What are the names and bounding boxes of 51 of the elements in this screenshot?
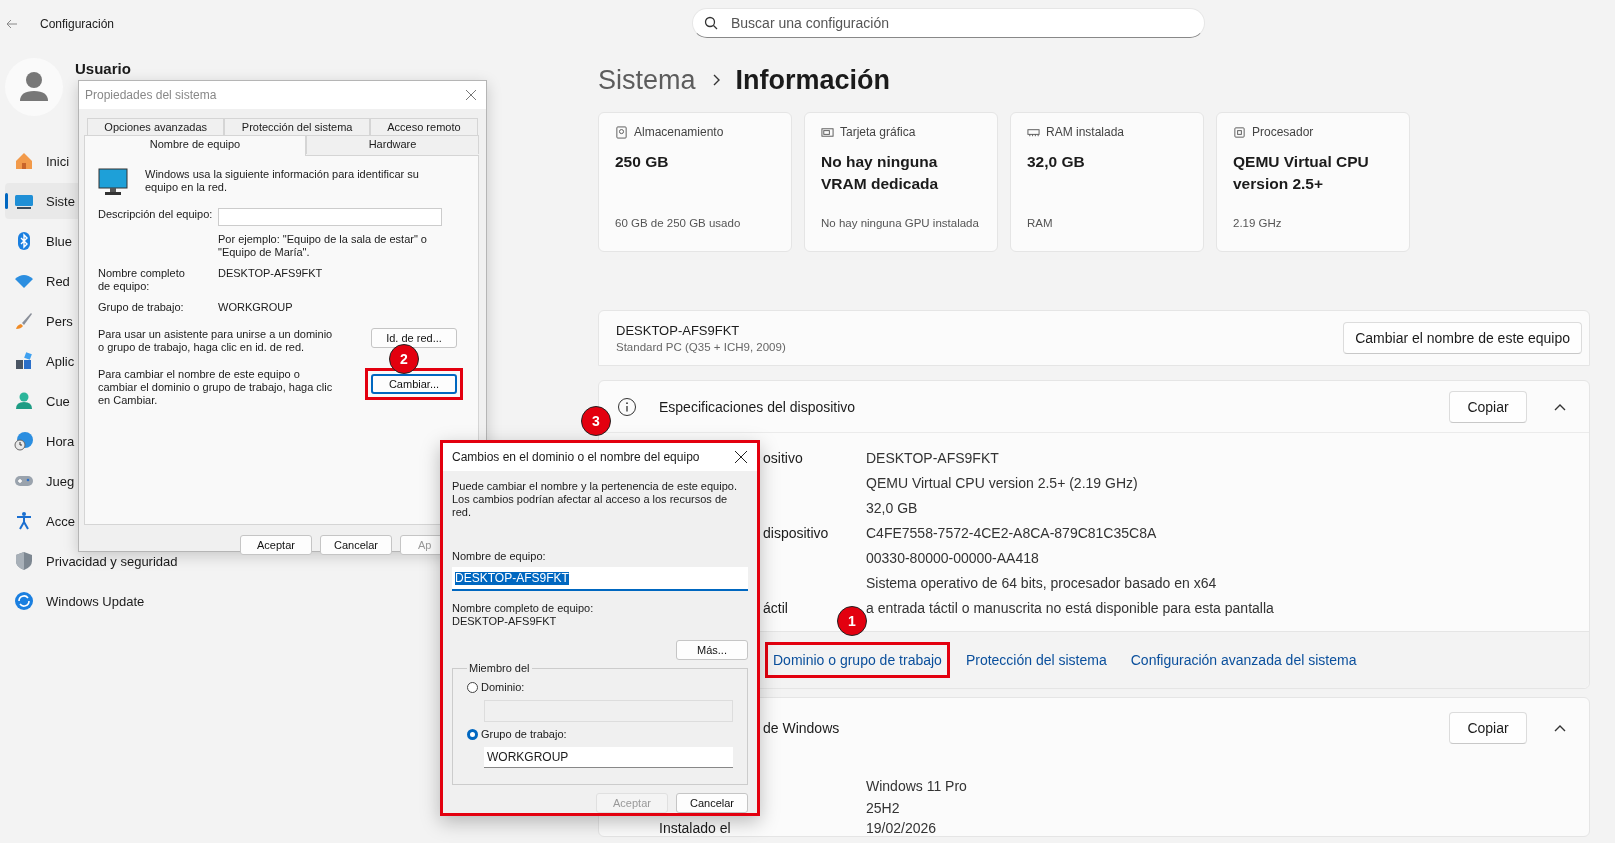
spec-label: ositivo	[763, 449, 803, 466]
spec-value: 00330-80000-00000-AA418	[866, 549, 1039, 566]
card-value: QEMU Virtual CPU version 2.5+	[1233, 152, 1370, 194]
spec-label: áctil	[763, 599, 788, 616]
dialog-title: Propiedades del sistema	[85, 88, 217, 102]
spec-value: 19/02/2026	[866, 819, 937, 836]
group-legend: Miembro del	[467, 662, 532, 675]
option-label: Dominio:	[481, 681, 525, 694]
user-name: Usuario	[75, 60, 131, 77]
step-badge: 3	[581, 406, 611, 436]
spec-label: dispositivo	[763, 524, 829, 541]
dialog-title: Cambios en el dominio o el nombre del equipo	[452, 450, 700, 464]
card-detail: No hay ninguna GPU instalada	[821, 217, 980, 229]
option-label: Grupo de trabajo:	[481, 728, 567, 741]
device-model: Standard PC (Q35 + ICH9, 2009)	[616, 341, 786, 353]
example-text: Por ejemplo: "Equipo de la sala de estar" o "Equipo de María".	[218, 233, 428, 259]
field-value: DESKTOP-AFS9FKT	[452, 615, 558, 628]
intro-text: Puede cambiar el nombre y la pertenencia de este equipo. Los cambios podrían afectar al acceso a los recursos de red.	[452, 480, 738, 519]
field-label: Nombre completo de equipo:	[98, 267, 186, 293]
spec-label: Instalado el	[659, 819, 731, 836]
card-detail: 2.19 GHz	[1233, 217, 1283, 229]
page-title: Información	[735, 64, 891, 96]
card-label: RAM instalada	[1046, 125, 1125, 139]
spec-value: DESKTOP-AFS9FKT	[866, 449, 999, 466]
spec-value: Windows 11 Pro	[866, 778, 967, 794]
app-title: Configuración	[40, 17, 115, 31]
card-value: 250 GB	[615, 152, 670, 172]
card-label: Procesador	[1252, 125, 1314, 139]
card-detail: 60 GB de 250 GB usado	[615, 217, 742, 229]
section-title: de Windows	[762, 720, 841, 736]
field-label: Nombre completo de equipo:	[452, 602, 595, 615]
spec-value: a entrada táctil o manuscrita no está disponible para esta pantalla	[866, 599, 1274, 616]
field-label: Descripción del equipo:	[98, 208, 214, 221]
field-label: Grupo de trabajo:	[98, 301, 185, 314]
spec-value: Sistema operativo de 64 bits, procesador basado en x64	[866, 574, 1217, 591]
spec-value: 25H2	[866, 800, 900, 816]
device-name: DESKTOP-AFS9FKT	[616, 323, 741, 338]
card-label: Tarjeta gráfica	[840, 125, 916, 139]
help-text: Para usar un asistente para unirse a un dominio o grupo de trabajo, haga clic en id. de red.	[98, 328, 334, 354]
card-value: No hay ninguna VRAM dedicada	[821, 152, 940, 194]
spec-value: 32,0 GB	[866, 499, 918, 516]
help-text: Para cambiar el nombre de este equipo o cambiar el dominio o grupo de trabajo, haga clic en Cambiar.	[98, 368, 334, 407]
card-label: Almacenamiento	[634, 125, 724, 139]
card-detail: RAM	[1027, 217, 1054, 229]
spec-value: C4FE7558-7572-4CE2-A8CA-879C81C35C8A	[866, 524, 1157, 541]
field-value: DESKTOP-AFS9FKT	[218, 267, 324, 280]
card-value: 32,0 GB	[1027, 152, 1086, 172]
intro-text: Windows usa la siguiente información para identificar su equipo en la red.	[145, 168, 420, 194]
spec-value: QEMU Virtual CPU version 2.5+ (2.19 GHz)	[866, 474, 1138, 491]
field-value: WORKGROUP	[218, 301, 294, 314]
section-title: Especificaciones del dispositivo	[659, 398, 857, 415]
